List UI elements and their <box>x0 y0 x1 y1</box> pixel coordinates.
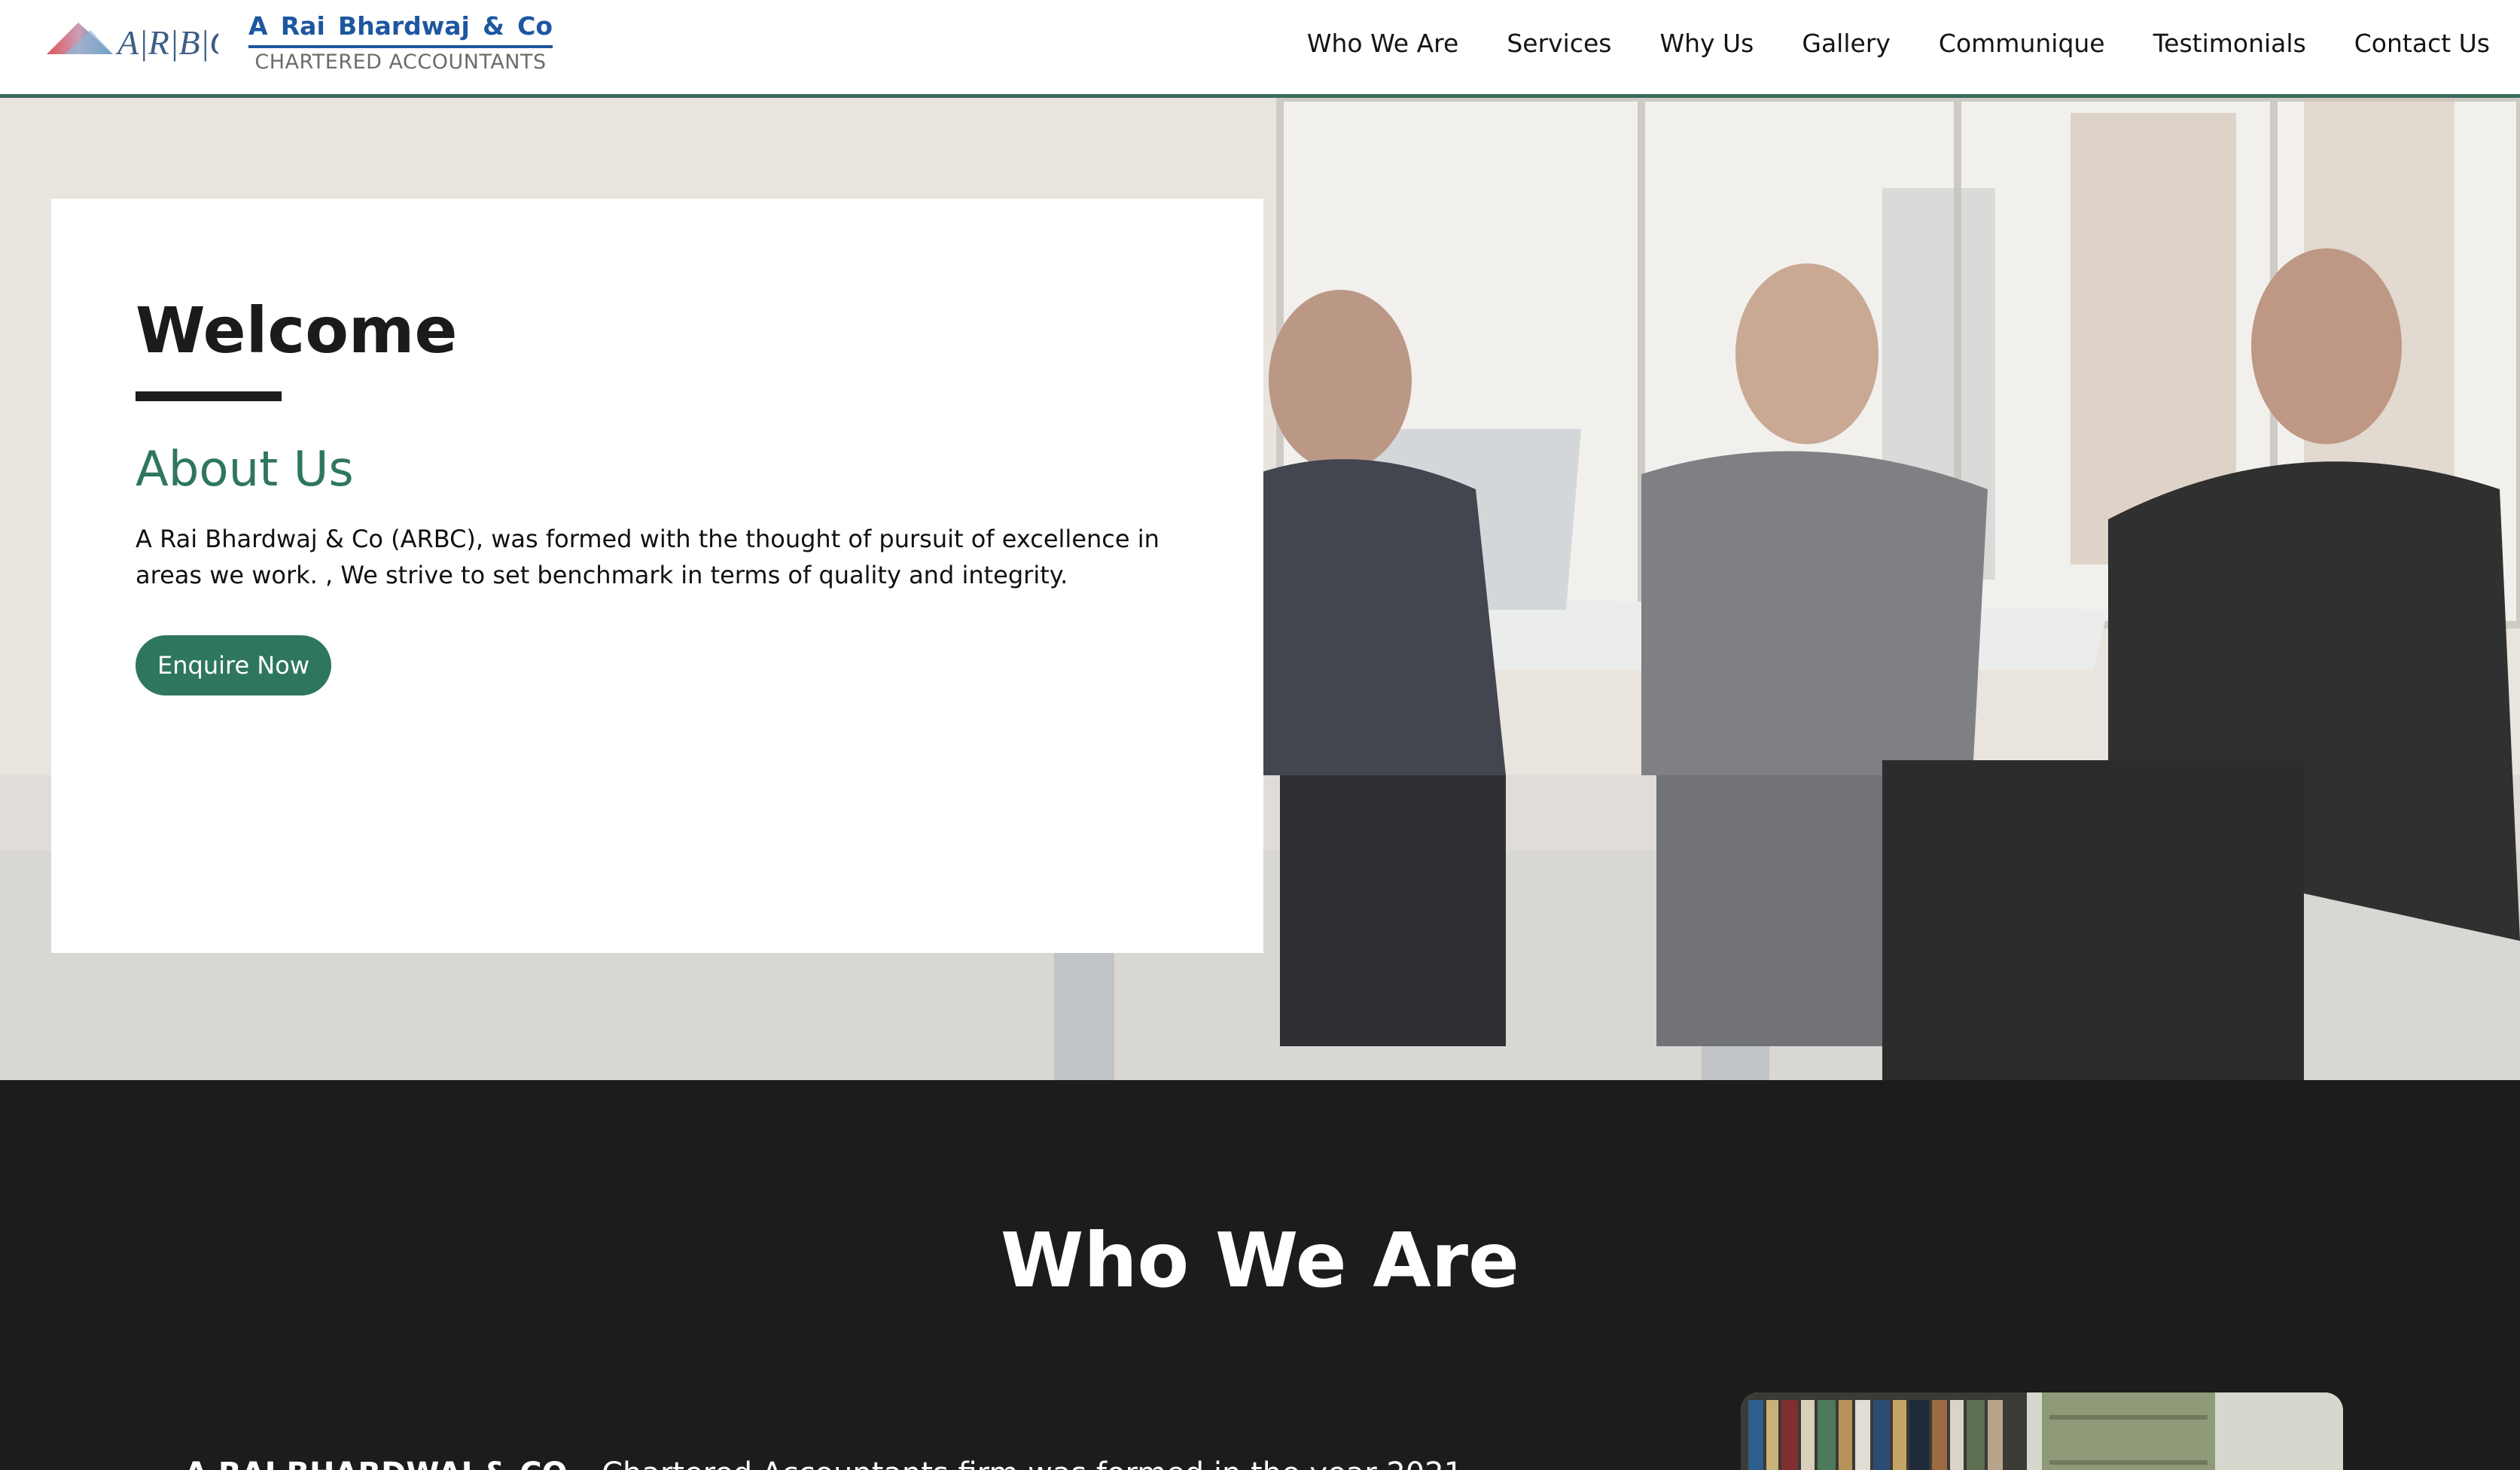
firm-intro-text: – Chartered Accountants firm was formed … <box>568 1456 1463 1470</box>
arbc-logo[interactable]: A|R|B|C <box>45 20 233 65</box>
who-we-are-intro: A RAI BHARDWAJ & CO – Chartered Accounta… <box>184 1455 1540 1470</box>
who-we-are-title: Who We Are <box>1001 1216 1519 1304</box>
nav-services[interactable]: Services <box>1507 26 1611 62</box>
bookshelf-image <box>1741 1392 2343 1470</box>
about-us-text: A Rai Bhardwaj & Co (ARBC), was formed w… <box>136 525 1159 589</box>
nav-contact-us[interactable]: Contact Us <box>2354 26 2490 62</box>
nav-communique[interactable]: Communique <box>1939 26 2105 62</box>
nav-who-we-are[interactable]: Who We Are <box>1307 26 1458 62</box>
welcome-title: Welcome <box>136 294 458 367</box>
hero-section: Welcome About Us A Rai Bhardwaj & Co (AR… <box>0 98 2520 1080</box>
nav-gallery[interactable]: Gallery <box>1802 26 1891 62</box>
nav-why-us[interactable]: Why Us <box>1659 26 1754 62</box>
brand-tagline: CHARTERED ACCOUNTANTS <box>254 50 547 74</box>
who-we-are-section: Who We Are A RAI BHARDWAJ & CO – Charter… <box>0 1080 2520 1470</box>
enquire-now-button[interactable]: Enquire Now <box>136 635 331 695</box>
brand-name[interactable]: A Rai Bhardwaj & Co <box>248 11 553 48</box>
firm-name-bold: A RAI BHARDWAJ & CO <box>184 1456 568 1470</box>
welcome-card: Welcome About Us A Rai Bhardwaj & Co (AR… <box>51 199 1263 953</box>
office-bookshelf-photo <box>1741 1392 2343 1470</box>
logo-text: A|R|B|C <box>115 23 218 62</box>
logo-triangle-icon: A|R|B|C <box>47 23 233 62</box>
title-underline <box>136 391 282 401</box>
about-us-heading: About Us <box>136 442 354 498</box>
site-header: A|R|B|C A Rai Bhardwaj & Co CHARTERED AC… <box>0 0 2520 98</box>
nav-testimonials[interactable]: Testimonials <box>2153 26 2306 62</box>
main-nav: Who We Are Services Why Us Gallery Commu… <box>1307 26 2490 62</box>
